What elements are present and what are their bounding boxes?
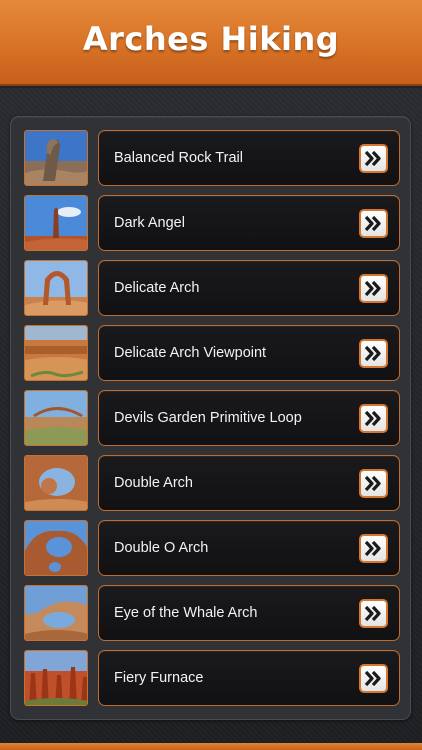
double-chevron-right-icon[interactable] <box>359 534 388 563</box>
list-item[interactable]: Double Arch <box>24 455 400 511</box>
delicate-arch-photo-icon <box>24 260 88 316</box>
page-title: Arches Hiking <box>82 20 340 58</box>
double-chevron-right-icon[interactable] <box>359 144 388 173</box>
list-item-label: Fiery Furnace <box>114 670 204 686</box>
list-item-button[interactable]: Balanced Rock Trail <box>98 130 400 186</box>
list-item[interactable]: Balanced Rock Trail <box>24 130 400 186</box>
double-chevron-right-icon[interactable] <box>359 404 388 433</box>
list-item[interactable]: Fiery Furnace <box>24 650 400 706</box>
double-chevron-right-icon[interactable] <box>359 664 388 693</box>
list-item-button[interactable]: Devils Garden Primitive Loop <box>98 390 400 446</box>
list-item[interactable]: Dark Angel <box>24 195 400 251</box>
list-item-label: Double Arch <box>114 475 193 491</box>
list-item-button[interactable]: Fiery Furnace <box>98 650 400 706</box>
list-item-button[interactable]: Delicate Arch <box>98 260 400 316</box>
list-item-label: Balanced Rock Trail <box>114 150 243 166</box>
double-o-arch-photo-icon <box>24 520 88 576</box>
eye-of-the-whale-photo-icon <box>24 585 88 641</box>
dark-angel-photo-icon <box>24 195 88 251</box>
double-chevron-right-icon[interactable] <box>359 339 388 368</box>
double-chevron-right-icon[interactable] <box>359 599 388 628</box>
delicate-arch-viewpoint-photo-icon <box>24 325 88 381</box>
double-chevron-right-icon[interactable] <box>359 274 388 303</box>
list-item-button[interactable]: Dark Angel <box>98 195 400 251</box>
list-item[interactable]: Devils Garden Primitive Loop <box>24 390 400 446</box>
list-item[interactable]: Delicate Arch Viewpoint <box>24 325 400 381</box>
list-item-label: Devils Garden Primitive Loop <box>114 410 302 426</box>
list-item-label: Delicate Arch <box>114 280 200 296</box>
list-item[interactable]: Double O Arch <box>24 520 400 576</box>
fiery-furnace-photo-icon <box>24 650 88 706</box>
list-item[interactable]: Eye of the Whale Arch <box>24 585 400 641</box>
list-item-label: Dark Angel <box>114 215 185 231</box>
app-header: Arches Hiking <box>0 0 422 86</box>
list-item-button[interactable]: Eye of the Whale Arch <box>98 585 400 641</box>
devils-garden-photo-icon <box>24 390 88 446</box>
double-chevron-right-icon[interactable] <box>359 209 388 238</box>
double-arch-photo-icon <box>24 455 88 511</box>
balanced-rock-photo-icon <box>24 130 88 186</box>
list-item-button[interactable]: Delicate Arch Viewpoint <box>98 325 400 381</box>
list-item-button[interactable]: Double O Arch <box>98 520 400 576</box>
list-item[interactable]: Delicate Arch <box>24 260 400 316</box>
list-item-label: Eye of the Whale Arch <box>114 605 258 621</box>
list-item-button[interactable]: Double Arch <box>98 455 400 511</box>
list-item-label: Delicate Arch Viewpoint <box>114 345 267 361</box>
double-chevron-right-icon[interactable] <box>359 469 388 498</box>
bottom-bar <box>0 743 422 750</box>
list-item-label: Double O Arch <box>114 540 209 556</box>
